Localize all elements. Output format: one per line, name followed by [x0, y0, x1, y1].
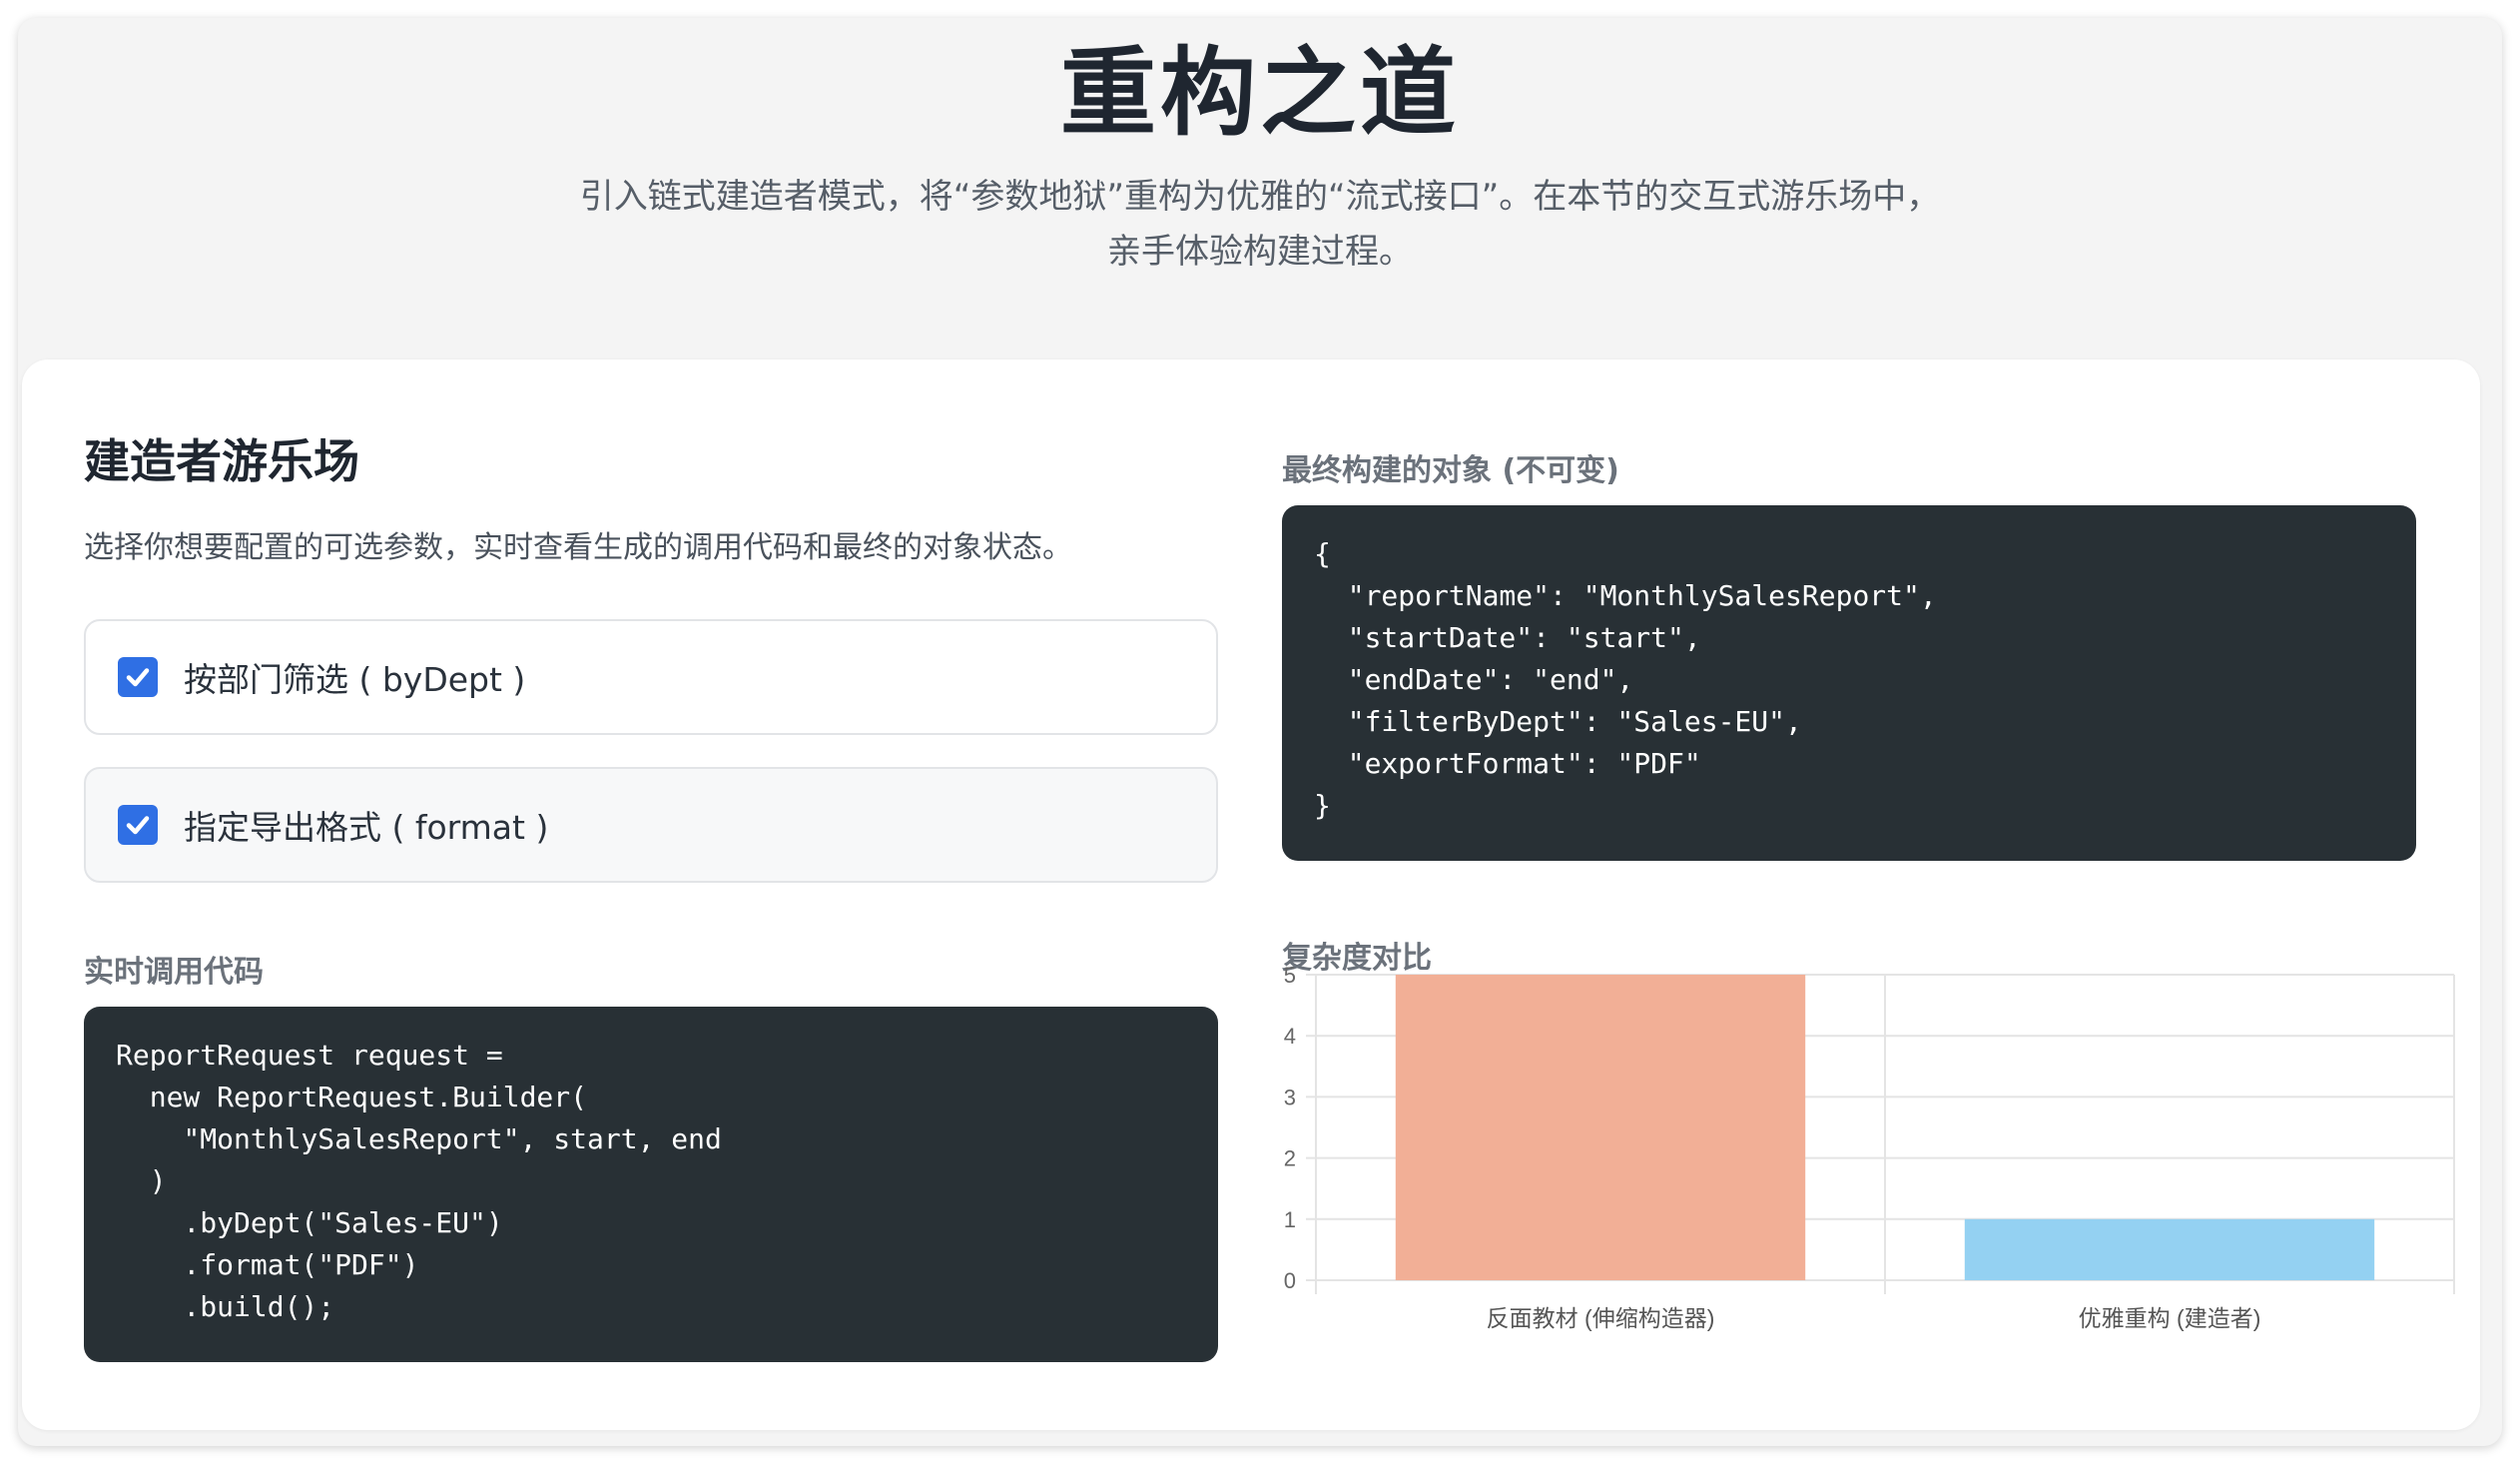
by-dept-checkbox[interactable] [118, 657, 158, 697]
y-tick-label: 2 [1284, 1146, 1296, 1171]
option-by-dept[interactable]: 按部门筛选 ( byDept ) [84, 619, 1218, 735]
result-label: 最终构建的对象 (不可变) [1282, 453, 1619, 488]
playground-description: 选择你想要配置的可选参数，实时查看生成的调用代码和最终的对象状态。 [84, 530, 1072, 565]
hero-header: 重构之道 引入链式建造者模式，将“参数地狱”重构为优雅的“流式接口”。在本节的交… [18, 18, 2502, 358]
y-tick-label: 3 [1284, 1085, 1296, 1109]
y-tick-label: 1 [1284, 1207, 1296, 1232]
option-format[interactable]: 指定导出格式 ( format ) [84, 767, 1218, 883]
page-subtitle: 引入链式建造者模式，将“参数地狱”重构为优雅的“流式接口”。在本节的交互式游乐场… [18, 170, 2502, 280]
complexity-chart: 0 1 2 3 4 5 反面教材 (伸缩构造器) 优雅重构 (建造者) [1256, 963, 2474, 1404]
y-tick-label: 4 [1284, 1024, 1296, 1049]
x-tick-label: 反面教材 (伸缩构造器) [1487, 1305, 1715, 1331]
result-json-block: { "reportName": "MonthlySalesReport", "s… [1282, 505, 2416, 861]
checkmark-icon [126, 816, 150, 835]
format-checkbox[interactable] [118, 805, 158, 845]
format-label: 指定导出格式 ( format ) [184, 808, 549, 847]
x-tick-label: 优雅重构 (建造者) [2079, 1305, 2261, 1331]
y-tick-label: 0 [1284, 1268, 1296, 1293]
subtitle-line-2: 亲手体验构建过程。 [1107, 232, 1413, 272]
bar [1395, 975, 1806, 1280]
app-window: 重构之道 引入链式建造者模式，将“参数地狱”重构为优雅的“流式接口”。在本节的交… [18, 18, 2502, 1446]
bar [1964, 1218, 2375, 1280]
subtitle-line-1: 引入链式建造者模式，将“参数地狱”重构为优雅的“流式接口”。在本节的交互式游乐场… [579, 177, 1941, 217]
checkmark-icon [126, 668, 150, 687]
playground-title: 建造者游乐场 [84, 434, 359, 488]
by-dept-label: 按部门筛选 ( byDept ) [184, 660, 526, 699]
complexity-chart-svg: 0 1 2 3 4 5 反面教材 (伸缩构造器) 优雅重构 (建造者) [1284, 963, 2455, 1331]
y-tick-label: 5 [1284, 963, 1296, 988]
live-code-block: ReportRequest request = new ReportReques… [84, 1007, 1218, 1362]
live-code-label: 实时调用代码 [84, 955, 264, 990]
page-title: 重构之道 [1060, 37, 1460, 149]
playground-card: 建造者游乐场 选择你想要配置的可选参数，实时查看生成的调用代码和最终的对象状态。… [22, 360, 2480, 1430]
